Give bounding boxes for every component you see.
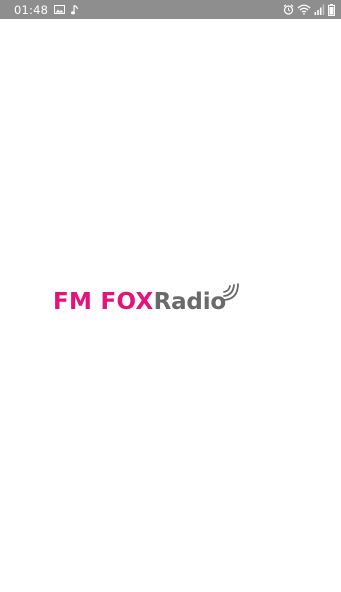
- wifi-icon: [297, 4, 311, 15]
- app-logo: FM FOX Radio: [53, 283, 244, 315]
- image-icon: [54, 5, 66, 14]
- splash-screen: FM FOX Radio: [0, 19, 341, 592]
- status-bar: 01:48: [0, 0, 341, 19]
- radio-waves-icon: [223, 283, 244, 315]
- logo-brand-text: FM FOX: [53, 289, 154, 315]
- signal-icon: [314, 4, 325, 15]
- battery-icon: [328, 3, 335, 16]
- logo-suffix-text: Radio: [153, 289, 227, 315]
- status-clock: 01:48: [14, 2, 49, 17]
- music-note-icon: [71, 4, 79, 15]
- alarm-icon: [283, 4, 294, 15]
